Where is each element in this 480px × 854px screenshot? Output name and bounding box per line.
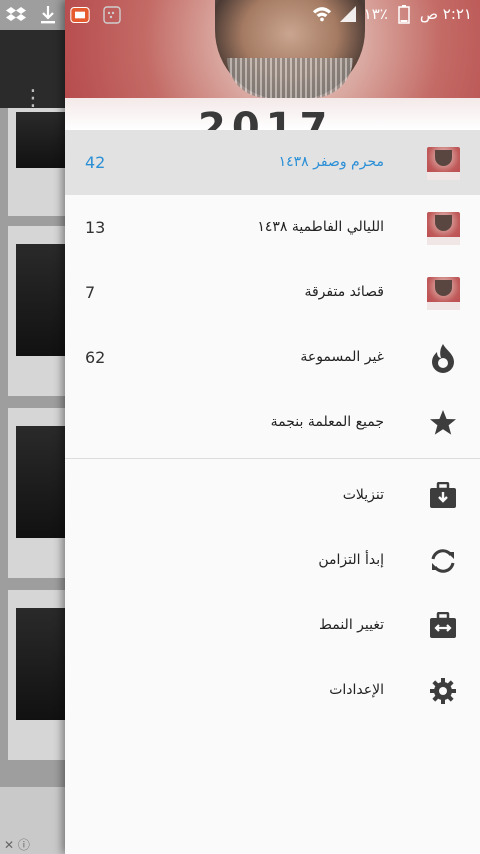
menu-item-settings[interactable]: الإعدادات — [65, 658, 480, 723]
menu-item-muharram-safar[interactable]: 42 محرم وصفر ١٤٣٨ — [65, 130, 480, 195]
dropbox-icon — [6, 5, 26, 25]
sync-icon — [426, 544, 460, 578]
battery-percent: ١٣٪ — [363, 5, 388, 23]
item-label: محرم وصفر ١٤٣٨ — [278, 154, 384, 170]
background-thumbnail — [16, 112, 66, 168]
app-notification-icon — [70, 5, 90, 25]
status-bar: ١٣٪ ٢:٢١ ص — [0, 0, 480, 30]
background-thumbnail — [16, 244, 66, 356]
menu-divider — [65, 458, 480, 459]
menu-item-various-poems[interactable]: 7 قصائد متفرقة — [65, 260, 480, 325]
status-system: ١٣٪ ٢:٢١ ص — [312, 4, 472, 24]
download-icon — [38, 5, 58, 25]
background-toolbar: ⋮ — [0, 30, 70, 110]
album-thumbnail-icon — [426, 146, 460, 180]
menu-item-unheard[interactable]: 62 غير المسموعة — [65, 325, 480, 390]
item-label: قصائد متفرقة — [304, 284, 384, 300]
ad-close-icon[interactable]: ✕ ⓘ — [4, 836, 30, 853]
battery-icon — [394, 4, 414, 24]
gear-icon — [426, 674, 460, 708]
drawer-menu: 42 محرم وصفر ١٤٣٨ 13 الليالي الفاطمية ١٤… — [65, 130, 480, 723]
swap-layout-icon — [426, 609, 460, 643]
signal-icon — [338, 4, 358, 24]
album-thumbnail-icon — [426, 276, 460, 310]
navigation-drawer: 2017 42 محرم وصفر ١٤٣٨ 13 الليالي الفاطم… — [65, 0, 480, 854]
star-icon — [426, 406, 460, 440]
menu-item-change-style[interactable]: تغيير النمط — [65, 593, 480, 658]
status-notifications — [6, 5, 122, 25]
album-thumbnail-icon — [426, 211, 460, 245]
item-count: 13 — [85, 218, 106, 237]
header-portrait-beard — [227, 58, 353, 98]
item-label: غير المسموعة — [300, 349, 384, 365]
item-label: الليالي الفاطمية ١٤٣٨ — [257, 219, 384, 235]
overflow-menu-icon[interactable]: ⋮ — [22, 88, 44, 110]
download-briefcase-icon — [426, 479, 460, 513]
item-label: جميع المعلمة بنجمة — [270, 414, 384, 430]
menu-item-starred[interactable]: جميع المعلمة بنجمة — [65, 390, 480, 455]
menu-item-downloads[interactable]: تنزيلات — [65, 463, 480, 528]
wifi-icon — [312, 4, 332, 24]
item-count: 62 — [85, 348, 106, 367]
background-thumbnail — [16, 608, 66, 720]
header-year-text: 2017 — [198, 105, 334, 130]
clock: ٢:٢١ ص — [419, 5, 472, 23]
item-label: إبدأ التزامن — [318, 552, 384, 568]
menu-item-fatimiya-nights[interactable]: 13 الليالي الفاطمية ١٤٣٨ — [65, 195, 480, 260]
flame-icon — [426, 341, 460, 375]
item-count: 7 — [85, 283, 96, 302]
item-label: تغيير النمط — [318, 617, 384, 633]
bbm-icon — [102, 5, 122, 25]
background-thumbnail — [16, 426, 66, 538]
item-count: 42 — [85, 153, 106, 172]
menu-item-start-sync[interactable]: إبدأ التزامن — [65, 528, 480, 593]
item-label: تنزيلات — [342, 487, 384, 503]
item-label: الإعدادات — [329, 682, 384, 698]
